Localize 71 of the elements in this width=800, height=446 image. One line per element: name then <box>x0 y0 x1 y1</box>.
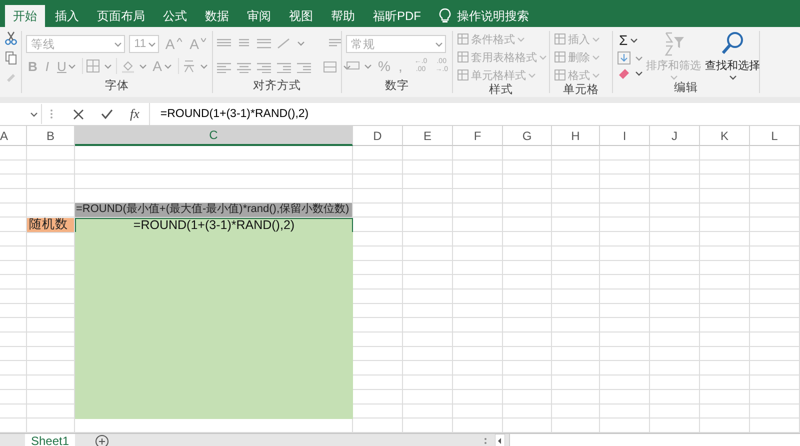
table-icon <box>554 33 566 45</box>
tell-me-search[interactable]: 操作说明搜索 <box>457 8 529 24</box>
fill-down-icon[interactable] <box>617 51 631 65</box>
ribbon-tab[interactable]: 开始 <box>5 5 45 27</box>
format-painter-icon[interactable] <box>5 71 17 83</box>
increase-indent-icon[interactable] <box>297 61 311 73</box>
merge-cells-icon[interactable] <box>323 61 337 73</box>
search-icon[interactable] <box>720 31 744 57</box>
scroll-left-icon[interactable] <box>495 434 505 446</box>
caret-icon <box>592 36 600 42</box>
caret-up-icon <box>176 38 182 42</box>
sheet-tab[interactable]: Sheet1 <box>25 434 76 446</box>
wrap-text-icon[interactable] <box>329 37 343 49</box>
align-left-icon[interactable] <box>217 61 231 73</box>
add-sheet-icon[interactable] <box>95 434 110 446</box>
table-icon <box>457 69 469 81</box>
checkmark-icon[interactable] <box>101 109 113 119</box>
find-select-button[interactable]: 查找和选择 <box>704 31 761 81</box>
align-bottom-icon[interactable] <box>257 37 271 49</box>
lightbulb-icon[interactable] <box>439 8 451 24</box>
align-right-icon[interactable] <box>257 61 271 73</box>
scissors-icon[interactable] <box>5 31 17 45</box>
close-icon[interactable] <box>73 108 84 120</box>
active-cell[interactable]: =ROUND(1+(3-1)*RAND(),2) <box>75 218 353 233</box>
dropdown-caret-icon[interactable] <box>30 110 38 118</box>
orientation-icon[interactable] <box>277 37 291 49</box>
ribbon-tab[interactable]: 页面布局 <box>89 5 153 27</box>
currency-icon[interactable] <box>346 60 360 72</box>
align-top-icon[interactable] <box>217 37 231 49</box>
table-cell: =ROUND(最小值+(最大值-最小值)*rand(),保留小数位数) <box>75 203 353 218</box>
caret-icon[interactable] <box>728 74 736 81</box>
ribbon-tab[interactable]: 插入 <box>47 5 87 27</box>
eraser-icon[interactable] <box>617 67 631 79</box>
group-label: 对齐方式 <box>252 79 302 93</box>
column-header[interactable]: C <box>75 126 353 146</box>
table-icon <box>554 69 566 81</box>
group-label: 字体 <box>104 79 130 93</box>
table-icon <box>457 33 469 45</box>
caret-icon <box>592 54 600 60</box>
drag-handle-icon[interactable] <box>50 109 53 119</box>
ribbon-tab[interactable]: 视图 <box>281 5 321 27</box>
copy-icon[interactable] <box>5 51 17 65</box>
ribbon-tab[interactable]: 福昕PDF <box>365 5 429 27</box>
ribbon-tab[interactable]: 帮助 <box>323 5 363 27</box>
caret-icon <box>517 36 525 42</box>
ribbon-tab[interactable]: 公式 <box>155 5 195 27</box>
horizontal-scrollbar[interactable] <box>509 434 800 446</box>
table-cell: 随机数 <box>27 218 75 233</box>
caret-icon <box>592 72 600 78</box>
decrease-indent-icon[interactable] <box>277 61 291 73</box>
align-middle-icon[interactable] <box>237 37 251 49</box>
dropdown-caret-icon[interactable] <box>630 36 638 44</box>
group-label: 编辑 <box>673 81 699 95</box>
formula-field[interactable]: =ROUND(1+(3-1)*RAND(),2) <box>150 108 309 120</box>
table-icon <box>554 51 566 63</box>
group-label: 单元格 <box>562 83 600 97</box>
table-icon <box>457 51 469 63</box>
caret-down-icon <box>201 38 206 42</box>
drag-handle-icon[interactable] <box>484 436 487 446</box>
borders-icon[interactable] <box>86 59 100 73</box>
autosum-button[interactable]: Σ <box>617 31 643 49</box>
fill-color-icon[interactable] <box>120 59 135 73</box>
caret-icon <box>539 54 547 60</box>
align-center-icon[interactable] <box>237 61 251 73</box>
group-label: 数字 <box>384 79 410 93</box>
phonetic-guide-icon[interactable] <box>182 59 196 73</box>
insert-function-button[interactable]: fx <box>130 106 140 122</box>
ribbon-tab[interactable]: 数据 <box>197 5 237 27</box>
group-label: 样式 <box>488 83 514 97</box>
caret-icon <box>528 72 536 78</box>
ribbon-tab[interactable]: 审阅 <box>239 5 279 27</box>
